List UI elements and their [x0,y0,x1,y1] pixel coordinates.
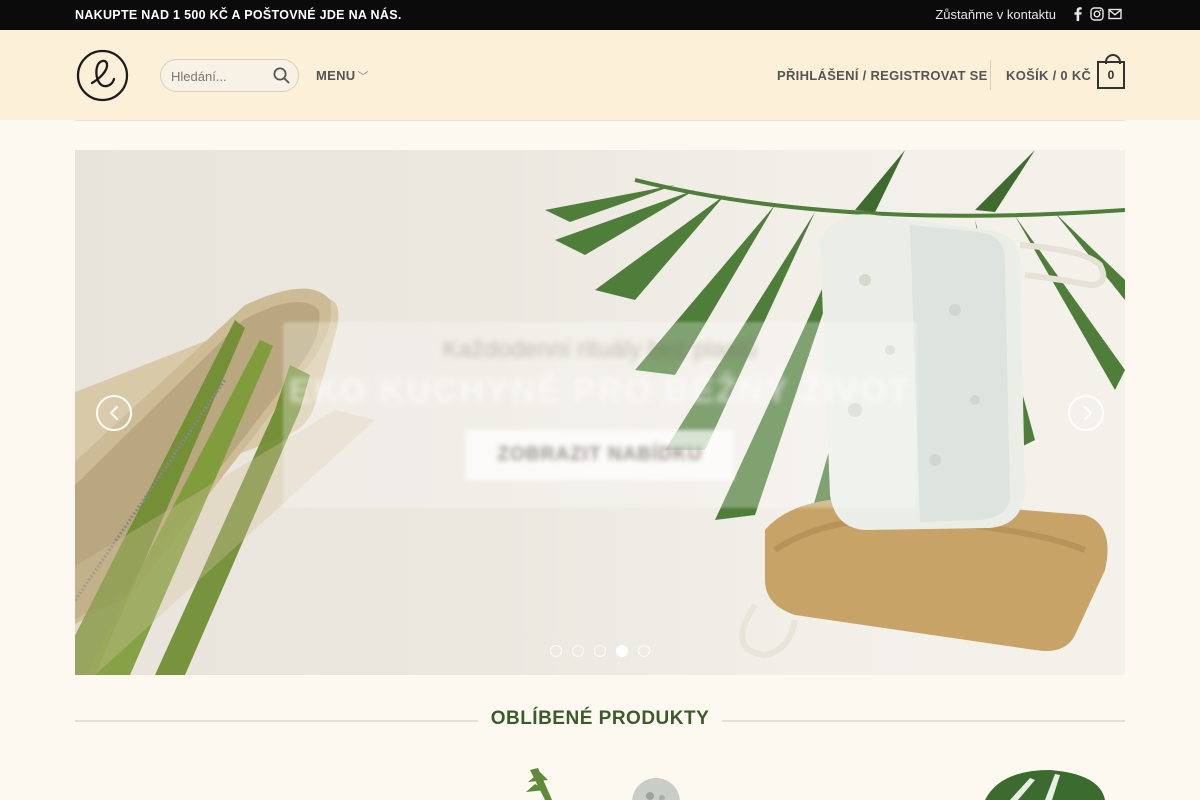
e-circle-logo[interactable] [76,49,129,102]
chevron-down-icon: ﹀ [357,71,369,83]
featured-products-title: OBLÍBENÉ PRODUKTY [490,708,710,729]
product-thumbnails-peek [526,768,1105,800]
shipping-promo-text: NAKUPTE NAD 1 500 KČ A POŠTOVNÉ JDE NA N… [75,8,402,22]
search-icon[interactable] [272,66,291,85]
mail-icon[interactable] [1107,6,1123,22]
slide-title: EKO KUCHYNĚ PRO BĚŽNÝ ŽIVOT [288,372,912,410]
search-box [160,59,299,92]
chevron-left-icon [110,406,118,420]
slider-prev-button[interactable] [96,395,132,431]
menu-label: MENU [316,68,356,83]
slider-dot-2[interactable] [572,645,584,657]
cart-link[interactable]: KOŠÍK / 0 KČ [1006,68,1091,83]
top-bar: NAKUPTE NAD 1 500 KČ A POŠTOVNÉ JDE NA N… [0,0,1200,30]
chevron-right-icon [1084,406,1092,420]
slide-subtitle: Každodenní rituály bez plastů [442,336,758,363]
facebook-icon[interactable] [1070,6,1086,22]
slider-next-button[interactable] [1068,395,1104,431]
product-image [632,778,680,800]
slider-dot-1[interactable] [550,645,562,657]
product-image [985,770,1105,800]
section-divider-right [722,720,1125,722]
search-input[interactable] [171,67,266,85]
slide-caption-box: Každodenní rituály bez plastů EKO KUCHYN… [283,322,917,508]
header-bottom-divider [75,120,1125,121]
menu-button[interactable]: MENU ﹀ [316,68,369,84]
site-header: MENU﹀ PŘIHLÁŠENÍ / REGISTROVAT SE KOŠÍK … [0,30,1200,120]
show-offer-label: ZOBRAZIT NABÍDKU [497,444,703,465]
show-offer-button[interactable]: ZOBRAZIT NABÍDKU [466,430,734,480]
hero-slider[interactable]: Každodenní rituály bez plastů EKO KUCHYN… [75,150,1125,675]
slider-dots [550,645,660,659]
cart-count-badge[interactable]: 0 [1097,54,1125,89]
contact-link[interactable]: Zůstaňme v kontaktu [935,7,1056,22]
header-divider [990,60,991,90]
slider-dot-5[interactable] [638,645,650,657]
instagram-icon[interactable] [1089,6,1105,22]
slider-dot-4[interactable] [616,645,628,657]
slider-dot-3[interactable] [594,645,606,657]
login-register-link[interactable]: PŘIHLÁŠENÍ / REGISTROVAT SE [777,68,988,83]
product-image [526,768,552,800]
